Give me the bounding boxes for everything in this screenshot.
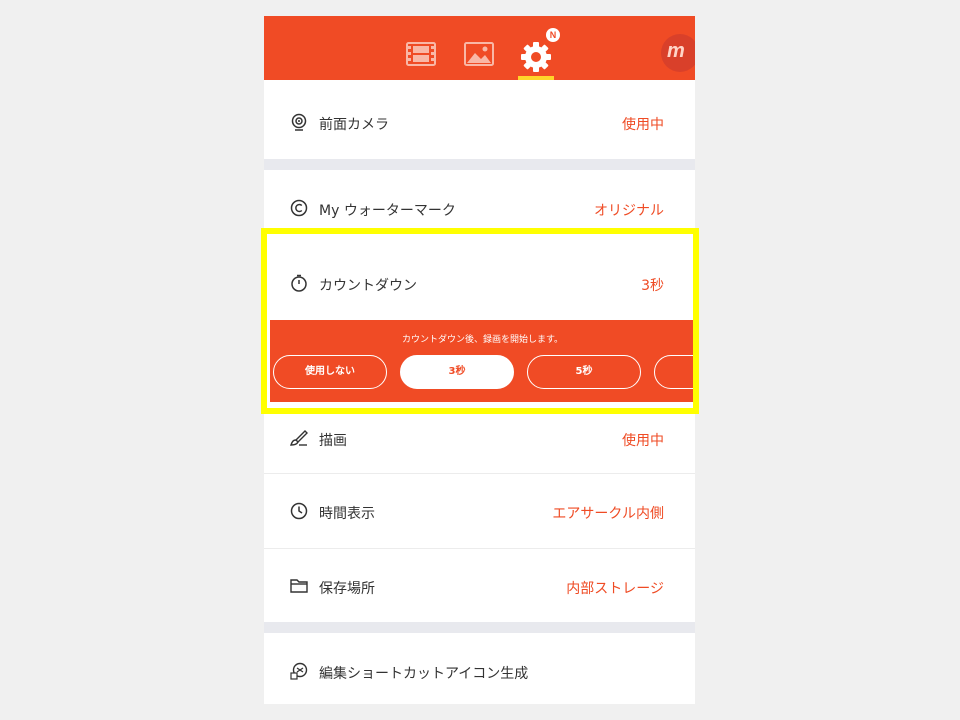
copyright-icon (290, 199, 308, 217)
setting-value: 使用中 (622, 433, 664, 449)
setting-label: 編集ショートカットアイコン生成 (319, 666, 529, 682)
gear-icon[interactable] (520, 41, 552, 73)
setting-label: 保存場所 (319, 581, 375, 597)
setting-label: 前面カメラ (319, 117, 389, 133)
clock-icon (290, 502, 308, 520)
film-icon[interactable] (406, 42, 438, 68)
setting-value: 内部ストレージ (566, 581, 664, 597)
brush-icon (290, 429, 308, 447)
setting-front-camera[interactable]: 前面カメラ 使用中 (264, 80, 695, 159)
setting-value: エアサークル内側 (552, 506, 664, 522)
setting-label: My ウォーターマーク (319, 203, 456, 219)
setting-time-display[interactable]: 時間表示 エアサークル内側 (264, 474, 695, 548)
app-logo: m (661, 34, 695, 72)
folder-icon (290, 577, 308, 595)
setting-value: オリジナル (594, 203, 664, 219)
shortcut-icon (290, 662, 308, 680)
setting-storage[interactable]: 保存場所 内部ストレージ (264, 549, 695, 622)
setting-shortcut[interactable]: 編集ショートカットアイコン生成 (264, 633, 695, 704)
section-divider (264, 159, 695, 170)
camera-icon (290, 113, 308, 131)
notification-badge: N (546, 28, 560, 42)
setting-label: 描画 (319, 433, 347, 449)
top-tab-bar: N m (264, 16, 695, 80)
setting-value: 使用中 (622, 117, 664, 133)
highlight-frame (261, 228, 699, 414)
image-icon[interactable] (464, 42, 496, 68)
setting-label: 時間表示 (319, 506, 375, 522)
section-divider (264, 622, 695, 633)
